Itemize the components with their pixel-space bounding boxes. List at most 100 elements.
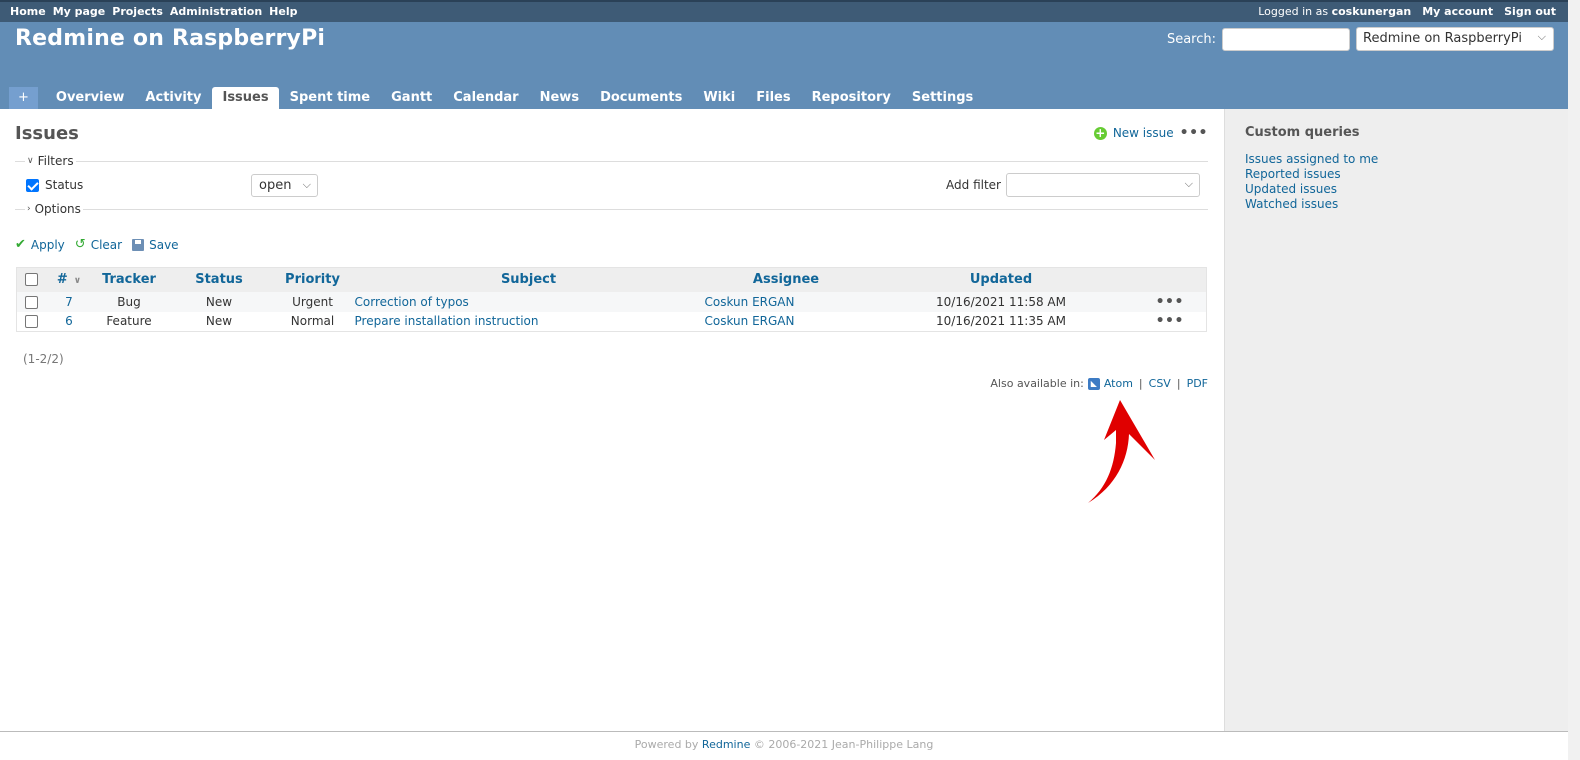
- top-menu-left: Home My page Projects Administration Hel…: [10, 5, 297, 18]
- logged-in-as: Logged in as coskunergan: [1258, 5, 1411, 18]
- chevron-down-icon: ∨: [27, 156, 34, 166]
- issue-assignee: Coskun ERGAN: [703, 311, 869, 332]
- column-header-status[interactable]: Status: [166, 267, 272, 292]
- row-menu-icon[interactable]: •••: [1156, 313, 1184, 329]
- tab-spent-time[interactable]: Spent time: [280, 87, 381, 109]
- top-menu-home[interactable]: Home: [10, 5, 46, 18]
- page-title: Issues: [15, 123, 79, 144]
- atom-link[interactable]: Atom: [1104, 377, 1133, 390]
- issue-id: 7: [46, 291, 92, 312]
- table-header-row: # ∨ Tracker Status Priority Subject Assig…: [16, 267, 1207, 292]
- top-menu-my-page[interactable]: My page: [53, 5, 106, 18]
- table-row[interactable]: 7 Bug New Urgent Correction of typos Cos…: [16, 291, 1207, 312]
- row-checkbox[interactable]: [25, 295, 39, 309]
- filters-fieldset: ∨ Filters Status open ⌵ Add filter ⌵: [15, 154, 1208, 209]
- sidebar-item-updated-issues[interactable]: Updated issues: [1245, 182, 1378, 197]
- row-menu-icon[interactable]: •••: [1156, 294, 1184, 310]
- logged-in-user[interactable]: coskunergan: [1332, 5, 1412, 18]
- column-header-assignee[interactable]: Assignee: [703, 267, 869, 292]
- issue-status: New: [166, 291, 272, 312]
- search-input[interactable]: [1222, 27, 1350, 51]
- tab-issues[interactable]: Issues: [212, 87, 279, 109]
- sidebar-item-watched-issues[interactable]: Watched issues: [1245, 197, 1378, 212]
- apply-button[interactable]: ✔ Apply: [15, 237, 65, 252]
- status-operator-select[interactable]: open ⌵: [251, 174, 318, 197]
- chevron-down-icon: ⌵: [1537, 30, 1546, 43]
- filters-legend[interactable]: ∨ Filters: [25, 154, 76, 168]
- issue-assignee: Coskun ERGAN: [703, 291, 869, 312]
- vertical-scrollbar[interactable]: [1568, 0, 1580, 760]
- chevron-down-icon: ⌵: [1184, 177, 1193, 190]
- select-all-checkbox[interactable]: [25, 273, 39, 287]
- row-checkbox[interactable]: [25, 315, 39, 329]
- issue-id: 6: [46, 311, 92, 332]
- reload-icon: ↺: [74, 237, 86, 252]
- sidebar-item-assigned-to-me[interactable]: Issues assigned to me: [1245, 152, 1378, 167]
- tab-gantt[interactable]: Gantt: [381, 87, 442, 109]
- column-header-actions: [1133, 267, 1207, 292]
- column-header-updated[interactable]: Updated: [868, 267, 1134, 292]
- project-jump-select[interactable]: Redmine on RaspberryPi ⌵: [1356, 27, 1554, 51]
- project-title: Redmine on RaspberryPi: [15, 26, 326, 51]
- issue-tracker: Bug: [91, 291, 167, 312]
- save-button[interactable]: Save: [132, 238, 179, 252]
- issue-id-link[interactable]: 7: [65, 295, 73, 309]
- my-account-link[interactable]: My account: [1422, 5, 1493, 18]
- main-menu: + Overview Activity Issues Spent time Ga…: [9, 85, 984, 109]
- query-buttons: ✔ Apply ↺ Clear Save: [15, 237, 179, 252]
- issue-id-link[interactable]: 6: [65, 314, 73, 328]
- top-menu-help[interactable]: Help: [269, 5, 297, 18]
- search-label: Search:: [1166, 31, 1216, 47]
- more-actions-icon[interactable]: •••: [1180, 125, 1208, 141]
- separator: |: [1138, 377, 1143, 390]
- issue-subject-link[interactable]: Correction of typos: [355, 295, 469, 309]
- tab-activity[interactable]: Activity: [135, 87, 211, 109]
- column-header-tracker[interactable]: Tracker: [91, 267, 167, 292]
- footer: Powered by Redmine © 2006-2021 Jean-Phil…: [0, 731, 1568, 760]
- new-issue-link[interactable]: New issue: [1113, 126, 1174, 140]
- sidebar-item-reported-issues[interactable]: Reported issues: [1245, 167, 1378, 182]
- status-filter-checkbox[interactable]: [26, 178, 39, 192]
- top-menu-projects[interactable]: Projects: [112, 5, 163, 18]
- sign-out-link[interactable]: Sign out: [1504, 5, 1556, 18]
- chevron-down-icon: ⌵: [302, 178, 311, 191]
- add-filter-label: Add filter: [946, 178, 1001, 192]
- clear-button[interactable]: ↺ Clear: [75, 237, 122, 252]
- tab-files[interactable]: Files: [746, 87, 800, 109]
- issue-assignee-link[interactable]: Coskun ERGAN: [705, 295, 795, 309]
- issue-assignee-link[interactable]: Coskun ERGAN: [705, 314, 795, 328]
- rss-feed-icon: ◣: [1087, 377, 1100, 390]
- tab-settings[interactable]: Settings: [902, 87, 983, 109]
- filter-status-row: Status: [26, 178, 83, 192]
- footer-redmine-link[interactable]: Redmine: [702, 738, 750, 751]
- main-content: Issues + New issue ••• ∨ Filters Status …: [0, 109, 1224, 731]
- new-object-button[interactable]: +: [9, 87, 38, 109]
- footer-copyright: © 2006-2021 Jean-Philippe Lang: [753, 738, 934, 751]
- issue-updated: 10/16/2021 11:58 AM: [868, 291, 1134, 312]
- tab-news[interactable]: News: [530, 87, 589, 109]
- column-header-subject[interactable]: Subject: [353, 267, 704, 292]
- column-header-id[interactable]: # ∨: [46, 267, 92, 292]
- clear-label: Clear: [90, 237, 123, 252]
- tab-wiki[interactable]: Wiki: [693, 87, 745, 109]
- top-menu-administration[interactable]: Administration: [170, 5, 262, 18]
- tab-repository[interactable]: Repository: [802, 87, 901, 109]
- options-legend[interactable]: › Options: [25, 202, 83, 216]
- tab-documents[interactable]: Documents: [590, 87, 692, 109]
- tab-overview[interactable]: Overview: [46, 87, 135, 109]
- add-filter-select[interactable]: ⌵: [1006, 173, 1200, 197]
- issues-table: # ∨ Tracker Status Priority Subject Assig…: [16, 267, 1207, 332]
- issue-status: New: [166, 311, 272, 332]
- row-checkbox-cell: [16, 311, 47, 332]
- chevron-right-icon: ›: [27, 204, 31, 214]
- tab-calendar[interactable]: Calendar: [443, 87, 528, 109]
- table-row[interactable]: 6 Feature New Normal Prepare installatio…: [16, 311, 1207, 332]
- sidebar: Custom queries Issues assigned to me Rep…: [1224, 109, 1568, 731]
- column-header-priority[interactable]: Priority: [271, 267, 354, 292]
- row-actions: •••: [1133, 311, 1207, 332]
- pdf-link[interactable]: PDF: [1187, 377, 1208, 390]
- issue-subject-link[interactable]: Prepare installation instruction: [355, 314, 539, 328]
- csv-link[interactable]: CSV: [1149, 377, 1171, 390]
- row-actions: •••: [1133, 291, 1207, 312]
- separator: |: [1176, 377, 1181, 390]
